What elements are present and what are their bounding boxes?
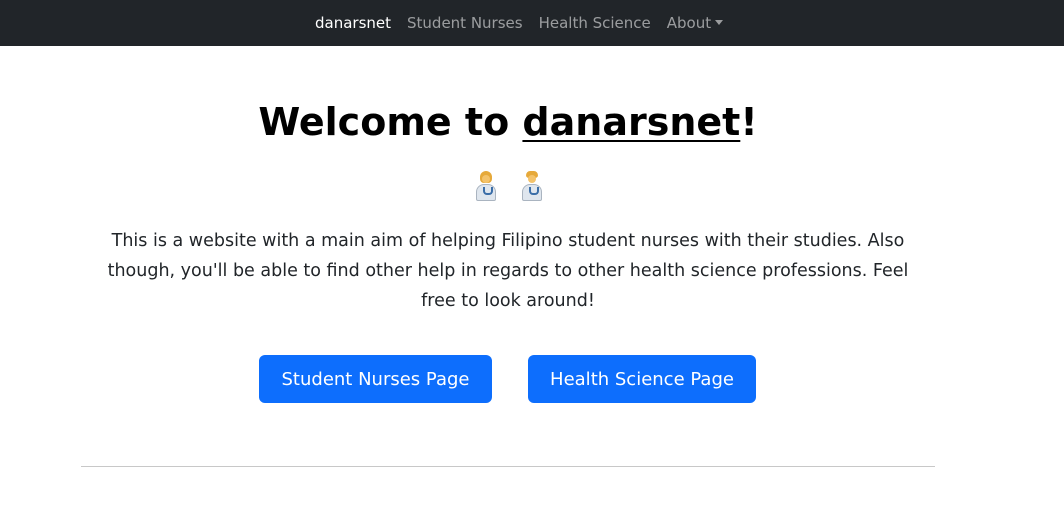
navbar-brand[interactable]: danarsnet	[315, 14, 391, 32]
page-title: Welcome to danarsnet!	[0, 96, 1016, 148]
site-description: This is a website with a main aim of hel…	[107, 231, 909, 311]
title-prefix: Welcome to	[258, 100, 523, 144]
health-science-page-button[interactable]: Health Science Page	[528, 355, 756, 403]
title-suffix: !	[740, 100, 758, 144]
man-health-worker-icon	[520, 171, 544, 201]
nav-link-health-science[interactable]: Health Science	[539, 14, 651, 32]
nav-link-student-nurses[interactable]: Student Nurses	[407, 14, 523, 32]
navbar-items: danarsnet Student Nurses Health Science …	[315, 0, 739, 46]
health-worker-emojis	[474, 170, 544, 202]
section-divider	[81, 466, 935, 467]
title-site-link[interactable]: danarsnet	[522, 100, 740, 144]
top-navbar: danarsnet Student Nurses Health Science …	[0, 0, 1064, 46]
woman-health-worker-icon	[474, 171, 498, 201]
caret-down-icon	[715, 20, 724, 25]
student-nurses-page-button[interactable]: Student Nurses Page	[259, 355, 492, 403]
nav-dropdown-about-label: About	[666, 14, 712, 32]
nav-dropdown-about[interactable]: About	[666, 14, 724, 32]
